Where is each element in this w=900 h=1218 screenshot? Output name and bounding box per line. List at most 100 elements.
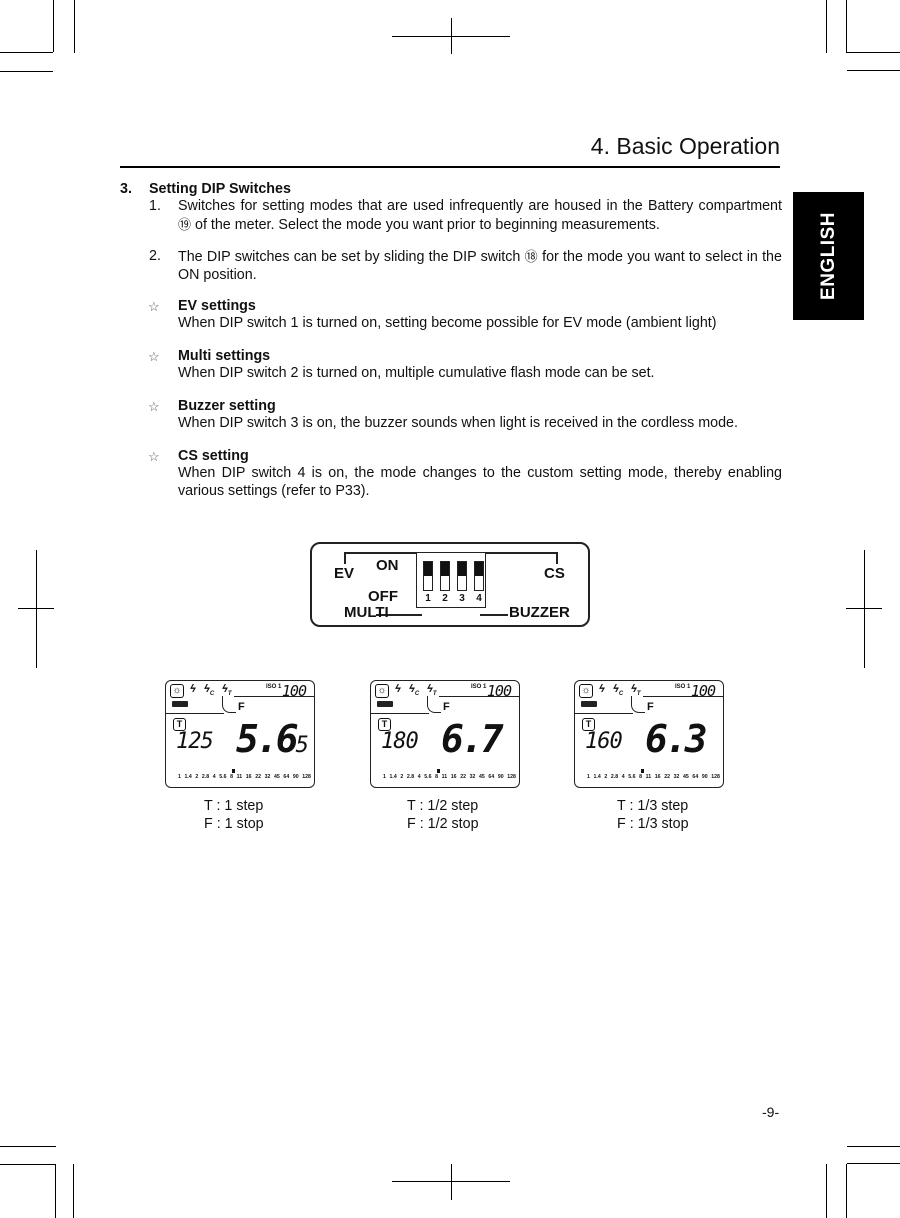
aperture-value: 5.65 [236,717,309,761]
aperture-scale: 1 1.4 2 2.8 4 5.6 8 11 16 22 32 45 64 90… [587,774,720,780]
switch-knob [441,562,449,576]
crop-mark [53,0,54,52]
callout-ref: ⑱ [524,249,538,264]
switch-number: 1 [425,593,431,604]
item-text-main: The DIP switches can be set by sliding t… [178,249,521,265]
lcd-divider-curve [427,696,441,713]
label-buzzer: BUZZER [509,604,570,621]
iso-label: ISO 1 [675,684,691,690]
lcd-divider [643,696,723,697]
setting-title: CS setting [178,448,249,464]
lcd-divider [234,696,314,697]
ambient-sun-icon: ☼ [579,684,593,698]
star-bullet-icon: ☆ [148,399,160,414]
lcd-divider [371,713,429,714]
iso-value: 100 [281,682,307,700]
lcd-divider [166,713,224,714]
lcd-divider-curve [222,696,236,713]
caption-half-step: T : 1/2 step F : 1/2 stop [407,797,479,833]
setting-title: EV settings [178,298,256,314]
leader-line [482,552,556,554]
crop-mark [55,1164,56,1218]
lcd-divider [575,713,633,714]
caption-t: T : 1/3 step [617,798,689,814]
item-text: The DIP switches can be set by sliding t… [178,248,782,284]
lcd-display-1-step: ☼ ϟ ϟC ϟT ISO 1 100 F T 125 5.65 1 1.4 2… [165,680,315,788]
dip-switch-block: 1 2 3 4 [416,552,486,608]
crop-mark [847,1146,900,1147]
leader-line [480,614,508,616]
switch-knob [475,562,483,576]
registration-mark [451,18,452,54]
flash-cordless-icon: ϟC [409,683,420,698]
setting-text: When DIP switch 2 is turned on, multiple… [178,365,655,381]
dip-switch-4[interactable] [474,561,484,591]
lcd-divider [439,696,519,697]
callout-ref: ⑲ [178,216,192,232]
crop-mark [0,1146,56,1147]
setting-title: Multi settings [178,348,271,364]
ambient-sun-icon: ☼ [170,684,184,698]
aperture-scale: 1 1.4 2 2.8 4 5.6 8 11 16 22 32 45 64 90… [383,774,516,780]
dip-switch-1[interactable] [423,561,433,591]
shutter-value: 125 [176,729,214,754]
iso-value: 100 [486,682,512,700]
switch-number: 4 [476,593,482,604]
crop-mark [73,1164,74,1218]
flash-cordless-icon: ϟC [204,683,215,698]
registration-mark [846,608,882,609]
switch-number: 2 [442,593,448,604]
label-cs: CS [544,565,565,582]
iso-label: ISO 1 [471,684,487,690]
caption-1-step: T : 1 step F : 1 stop [204,797,264,833]
crop-mark [826,0,827,53]
item-number: 2. [149,248,161,264]
battery-icon [377,701,393,707]
ambient-sun-icon: ☼ [375,684,389,698]
label-ev: EV [334,565,355,582]
lcd-display-third-step: ☼ ϟ ϟC ϟT ISO 1 100 F T 160 6.3 1 1.4 2 … [574,680,724,788]
f-label: F [443,701,450,713]
switch-knob [458,562,466,576]
crop-mark [846,0,847,52]
item-text-cont: of the meter. Select the mode you want p… [191,216,660,233]
caption-third-step: T : 1/3 step F : 1/3 stop [617,797,689,833]
label-multi: MULTI [344,604,389,621]
aperture-value: 6.3 [645,717,708,761]
iso-label: ISO 1 [266,684,282,690]
battery-icon [581,701,597,707]
scale-marker [437,769,440,773]
caption-f: F : 1/2 stop [407,816,479,832]
caption-f: F : 1 stop [204,816,264,832]
dip-switch-3[interactable] [457,561,467,591]
setting-text: When DIP switch 4 is on, the mode change… [178,465,782,499]
crop-mark [0,71,53,72]
f-label: F [647,701,654,713]
crop-mark [0,1164,56,1165]
crop-mark [847,1163,900,1164]
setting-text: When DIP switch 1 is turned on, setting … [178,315,717,331]
crop-mark [826,1164,827,1218]
caption-f: F : 1/3 stop [617,816,689,832]
flash-cordless-icon: ϟC [613,683,624,698]
dip-switch-2[interactable] [440,561,450,591]
flash-icon: ϟ [190,683,196,695]
item-number: 1. [149,198,161,214]
page-number: -9- [762,1104,780,1120]
aperture-main: 6.7 [441,717,504,761]
leader-line [556,552,558,564]
scale-marker [232,769,235,773]
aperture-value: 6.7 [441,717,504,761]
crop-mark [847,70,900,71]
crop-mark [74,0,75,53]
aperture-scale: 1 1.4 2 2.8 4 5.6 8 11 16 22 32 45 64 90… [178,774,311,780]
item-text: Switches for setting modes that are used… [178,198,782,234]
registration-mark [18,608,54,609]
label-on: ON [376,557,399,574]
iso-value: 100 [690,682,716,700]
section-number: 3. [120,181,132,197]
setting-title: Buzzer setting [178,398,276,414]
switch-number: 3 [459,593,465,604]
leader-line [344,552,346,564]
flash-icon: ϟ [599,683,605,695]
